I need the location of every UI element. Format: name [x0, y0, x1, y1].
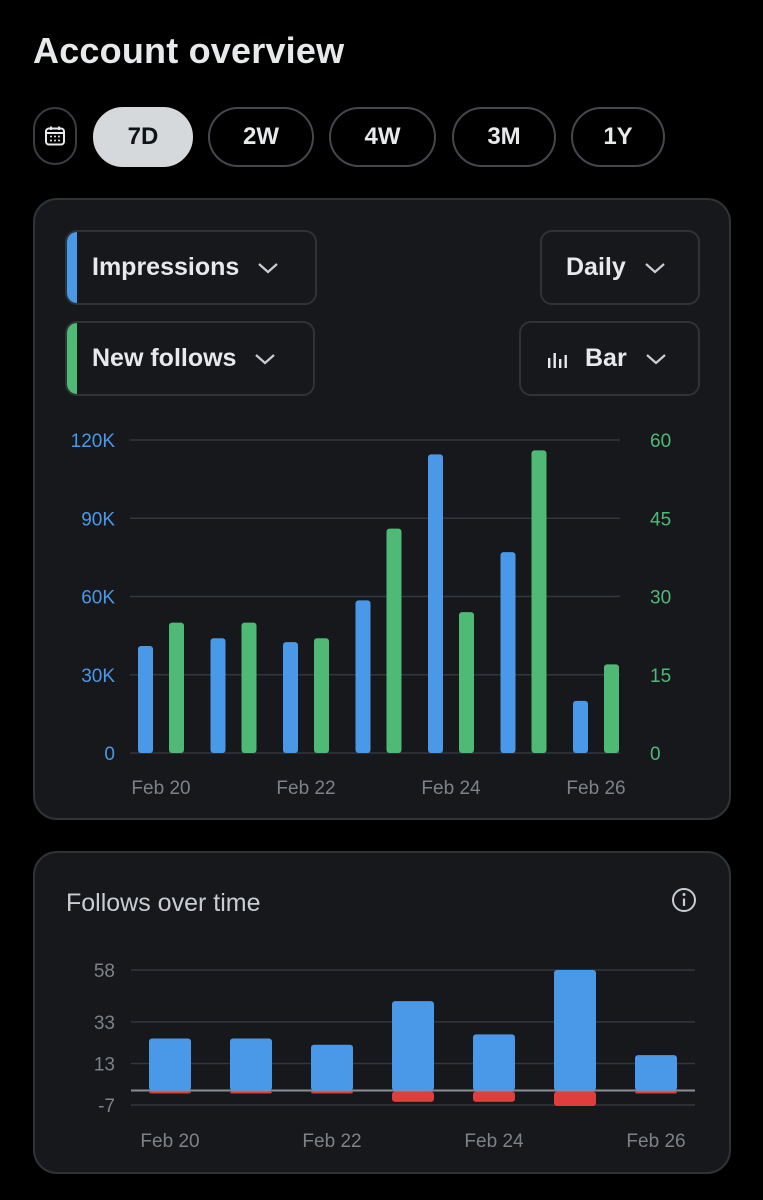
impressions-bar: [283, 642, 298, 753]
follows-bar: [554, 970, 596, 1091]
follows-bar: [392, 1001, 434, 1091]
y-right-tick-label: 45: [650, 509, 671, 530]
unfollows-bar: [311, 1091, 353, 1094]
range-2w[interactable]: 2W: [208, 107, 314, 167]
follows-over-time-chart: -7 13 33 58 Feb 20 Feb 22 Feb 24 Feb 26: [94, 961, 695, 1152]
x-tick-label: Feb 22: [302, 1131, 361, 1152]
y-left-tick-label: 30K: [81, 666, 115, 687]
impressions-bar: [500, 552, 516, 753]
x-tick-label: Feb 26: [626, 1131, 685, 1152]
y-right-tick-label: 0: [650, 744, 661, 765]
page-title: Account overview: [33, 30, 345, 71]
x-tick-label: Feb 20: [140, 1131, 199, 1152]
impressions-bar: [210, 638, 226, 753]
y-tick-label: 58: [94, 961, 115, 982]
y-left-tick-label: 0: [104, 744, 115, 765]
new-follows-bar: [241, 622, 257, 753]
follows-bar: [473, 1034, 515, 1091]
range-4w[interactable]: 4W: [329, 107, 436, 167]
impressions-bar: [573, 700, 588, 753]
unfollows-bar: [230, 1091, 272, 1094]
x-tick-label: Feb 24: [464, 1131, 524, 1152]
new-follows-bar: [604, 664, 619, 753]
calendar-icon: [45, 126, 65, 146]
x-tick-label: Feb 22: [276, 778, 335, 799]
y-right-tick-label: 60: [650, 431, 671, 452]
unfollows-bar: [149, 1091, 191, 1094]
impressions-follows-chart: 0 30K 60K 90K 120K 0 15 30 45 60 Feb 20 Feb 22 Feb 2…: [71, 431, 672, 799]
new-follows-bar: [531, 450, 547, 753]
y-left-tick-label: 90K: [81, 509, 115, 530]
overview-chart-card: Impressions New follows Daily Bar 0 30K 60…: [33, 198, 731, 820]
impressions-bar: [138, 646, 153, 753]
impressions-bar: [428, 454, 443, 753]
y-right-tick-label: 15: [650, 666, 671, 687]
follows-over-time-card: Follows over time -7 13 33 58 Feb 20 Feb 22 Fe…: [33, 851, 731, 1174]
new-follows-bar: [459, 612, 474, 753]
x-tick-label: Feb 20: [131, 778, 190, 799]
follows-bar: [149, 1038, 191, 1091]
y-left-tick-label: 120K: [71, 431, 116, 452]
range-7d[interactable]: 7D: [93, 107, 193, 167]
unfollows-bar: [635, 1091, 677, 1094]
new-follows-bar: [314, 638, 329, 753]
follows-bar: [311, 1044, 353, 1091]
unfollows-bar: [473, 1091, 515, 1102]
unfollows-bar: [392, 1091, 434, 1102]
follows-bar: [635, 1055, 677, 1091]
y-tick-label: -7: [98, 1096, 115, 1117]
unfollows-bar: [554, 1091, 596, 1106]
range-3m[interactable]: 3M: [452, 107, 556, 167]
new-follows-bar: [386, 528, 402, 753]
new-follows-bar: [169, 622, 184, 753]
y-tick-label: 13: [94, 1054, 115, 1075]
range-1y[interactable]: 1Y: [571, 107, 665, 167]
y-tick-label: 33: [94, 1013, 115, 1034]
x-tick-label: Feb 24: [421, 778, 481, 799]
x-tick-label: Feb 26: [566, 778, 625, 799]
y-left-tick-label: 60K: [81, 588, 115, 609]
follows-bar: [230, 1038, 272, 1091]
impressions-bar: [355, 600, 371, 753]
y-right-tick-label: 30: [650, 588, 671, 609]
calendar-button[interactable]: [33, 107, 77, 165]
